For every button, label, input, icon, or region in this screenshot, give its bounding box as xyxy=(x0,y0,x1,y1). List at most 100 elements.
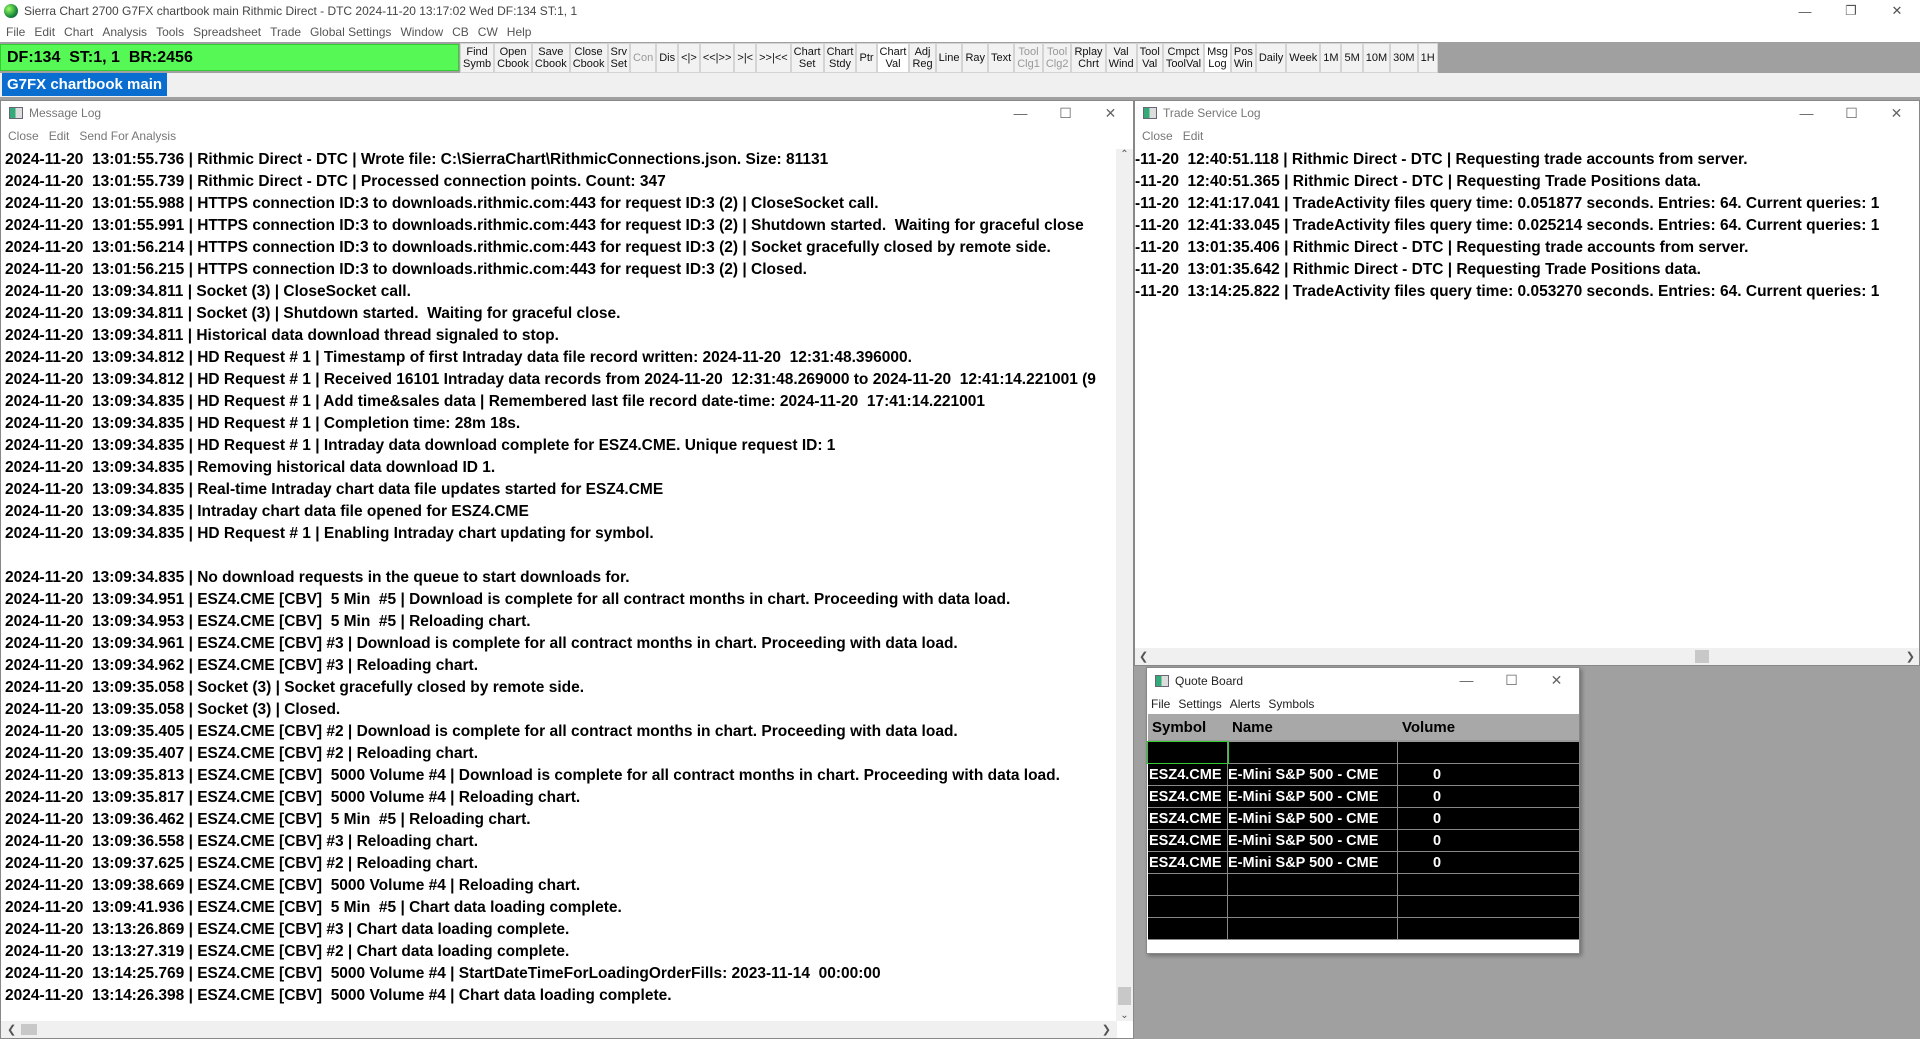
restore-icon[interactable]: ❐ xyxy=(1828,0,1874,22)
toolbar-button-msg-log[interactable]: Msg Log xyxy=(1204,43,1231,73)
close-icon[interactable]: ✕ xyxy=(1874,0,1920,22)
volume-cell[interactable] xyxy=(1398,742,1579,763)
column-header-name[interactable]: Name xyxy=(1228,714,1398,740)
toolbar-button-5m[interactable]: 5M xyxy=(1341,43,1363,73)
toolbar-button-week[interactable]: Week xyxy=(1286,43,1321,73)
maximize-icon[interactable]: ☐ xyxy=(1043,101,1088,125)
symbol-cell[interactable] xyxy=(1148,874,1228,895)
volume-cell[interactable]: 0 xyxy=(1398,808,1579,829)
menu-chart[interactable]: Chart xyxy=(64,25,93,39)
minimize-icon[interactable]: — xyxy=(1784,101,1829,125)
name-cell[interactable]: E-Mini S&P 500 - CME xyxy=(1228,830,1398,851)
toolbar-button-ptr[interactable]: Ptr xyxy=(856,43,877,73)
menu-send-for-analysis[interactable]: Send For Analysis xyxy=(79,129,176,143)
table-row[interactable]: ESZ4.CME E-Mini S&P 500 - CME 0 xyxy=(1148,764,1579,786)
toolbar-button-line[interactable]: Line xyxy=(935,43,963,73)
scroll-thumb[interactable] xyxy=(1695,650,1709,663)
volume-cell[interactable]: 0 xyxy=(1398,786,1579,807)
toolbar-button-cmpct-toolval[interactable]: Cmpct ToolVal xyxy=(1162,43,1205,73)
menu-analysis[interactable]: Analysis xyxy=(102,25,147,39)
symbol-cell[interactable]: ESZ4.CME xyxy=(1148,786,1228,807)
column-header-volume[interactable]: Volume xyxy=(1398,714,1579,740)
menu-edit[interactable]: Edit xyxy=(34,25,55,39)
toolbar-button-30m[interactable]: 30M xyxy=(1390,43,1418,73)
volume-cell[interactable]: 0 xyxy=(1398,764,1579,785)
toolbar-button-1m[interactable]: 1M xyxy=(1320,43,1342,73)
toolbar-button-rplay-chrt[interactable]: Rplay Chrt xyxy=(1071,43,1106,73)
menu-close[interactable]: Close xyxy=(1142,129,1173,143)
symbol-cell[interactable] xyxy=(1148,918,1228,939)
toolbar-button-nav[interactable]: <<|>> xyxy=(699,43,735,73)
name-cell[interactable]: E-Mini S&P 500 - CME xyxy=(1228,852,1398,873)
menu-close[interactable]: Close xyxy=(8,129,39,143)
name-cell[interactable]: E-Mini S&P 500 - CME xyxy=(1228,808,1398,829)
table-row[interactable]: ESZ4.CME E-Mini S&P 500 - CME 0 xyxy=(1148,830,1579,852)
menu-symbols[interactable]: Symbols xyxy=(1268,697,1314,711)
name-cell[interactable] xyxy=(1228,742,1398,763)
column-header-symbol[interactable]: Symbol xyxy=(1148,714,1228,740)
menu-settings[interactable]: Settings xyxy=(1178,697,1221,711)
toolbar-button-open-cbook[interactable]: Open Cbook xyxy=(494,43,532,73)
name-cell[interactable]: E-Mini S&P 500 - CME xyxy=(1228,786,1398,807)
table-row[interactable]: ESZ4.CME E-Mini S&P 500 - CME 0 xyxy=(1148,852,1579,874)
toolbar-button-srv-set[interactable]: Srv Set xyxy=(607,43,631,73)
menu-edit[interactable]: Edit xyxy=(1183,129,1204,143)
symbol-cell[interactable] xyxy=(1147,741,1229,764)
name-cell[interactable]: E-Mini S&P 500 - CME xyxy=(1228,764,1398,785)
menu-help[interactable]: Help xyxy=(507,25,532,39)
table-row[interactable]: ESZ4.CME E-Mini S&P 500 - CME 0 xyxy=(1148,808,1579,830)
maximize-icon[interactable]: ☐ xyxy=(1489,668,1534,692)
name-cell[interactable] xyxy=(1228,896,1398,917)
toolbar-button-save-cbook[interactable]: Save Cbook xyxy=(531,43,570,73)
toolbar-button-adj-reg[interactable]: Adj Reg xyxy=(909,43,936,73)
volume-cell[interactable] xyxy=(1398,896,1579,917)
name-cell[interactable] xyxy=(1228,874,1398,895)
symbol-cell[interactable]: ESZ4.CME xyxy=(1148,830,1228,851)
toolbar-button-10m[interactable]: 10M xyxy=(1362,43,1391,73)
scroll-left-icon[interactable]: ❮ xyxy=(1139,650,1148,663)
table-row[interactable]: ESZ4.CME E-Mini S&P 500 - CME 0 xyxy=(1148,786,1579,808)
menu-file[interactable]: File xyxy=(6,25,25,39)
menu-global-settings[interactable]: Global Settings xyxy=(310,25,391,39)
toolbar-button-close-cbook[interactable]: Close Cbook xyxy=(569,43,608,73)
menu-tools[interactable]: Tools xyxy=(156,25,184,39)
close-icon[interactable]: ✕ xyxy=(1534,668,1579,692)
maximize-icon[interactable]: ☐ xyxy=(1829,101,1874,125)
menu-edit[interactable]: Edit xyxy=(49,129,70,143)
toolbar-button-chart-set[interactable]: Chart Set xyxy=(790,43,824,73)
symbol-cell[interactable] xyxy=(1148,896,1228,917)
trade-log-text[interactable]: -11-20 12:40:51.118 | Rithmic Direct - D… xyxy=(1135,149,1919,644)
toolbar-button-con[interactable]: Con xyxy=(630,43,657,73)
minimize-icon[interactable]: — xyxy=(1782,0,1828,22)
menu-alerts[interactable]: Alerts xyxy=(1230,697,1261,711)
symbol-cell[interactable]: ESZ4.CME xyxy=(1148,764,1228,785)
toolbar-button-1h[interactable]: 1H xyxy=(1417,43,1438,73)
toolbar-button-tool-clg2[interactable]: Tool Clg2 xyxy=(1042,43,1072,73)
table-row[interactable] xyxy=(1148,874,1579,896)
toolbar-button-daily[interactable]: Daily xyxy=(1255,43,1287,73)
toolbar-button-ray[interactable]: Ray xyxy=(962,43,988,73)
toolbar-button-nav[interactable]: <|> xyxy=(678,43,700,73)
close-icon[interactable]: ✕ xyxy=(1088,101,1133,125)
horizontal-scrollbar[interactable]: ❮ ❯ xyxy=(1135,648,1919,665)
toolbar-button-chart-stdy[interactable]: Chart Stdy xyxy=(823,43,857,73)
vertical-scrollbar[interactable]: ⌃ ⌄ xyxy=(1116,149,1133,1021)
volume-cell[interactable] xyxy=(1398,874,1579,895)
minimize-icon[interactable]: — xyxy=(1444,668,1489,692)
toolbar-button-find-symb[interactable]: Find Symb xyxy=(460,43,495,73)
toolbar-button-dis[interactable]: Dis xyxy=(656,43,679,73)
chartbook-tab[interactable]: G7FX chartbook main xyxy=(2,73,168,96)
minimize-icon[interactable]: — xyxy=(998,101,1043,125)
scroll-down-icon[interactable]: ⌄ xyxy=(1116,1010,1133,1021)
symbol-cell[interactable]: ESZ4.CME xyxy=(1148,808,1228,829)
scroll-thumb[interactable] xyxy=(1118,987,1131,1005)
toolbar-button-pos-win[interactable]: Pos Win xyxy=(1230,43,1256,73)
toolbar-button-val-wind[interactable]: Val Wind xyxy=(1105,43,1137,73)
table-row[interactable] xyxy=(1148,918,1579,940)
menu-file[interactable]: File xyxy=(1151,697,1170,711)
toolbar-button-tool-val[interactable]: Tool Val xyxy=(1136,43,1163,73)
scroll-right-icon[interactable]: ❯ xyxy=(1906,650,1915,663)
table-row[interactable] xyxy=(1148,896,1579,918)
menu-cw[interactable]: CW xyxy=(478,25,498,39)
table-row[interactable] xyxy=(1147,741,1579,764)
